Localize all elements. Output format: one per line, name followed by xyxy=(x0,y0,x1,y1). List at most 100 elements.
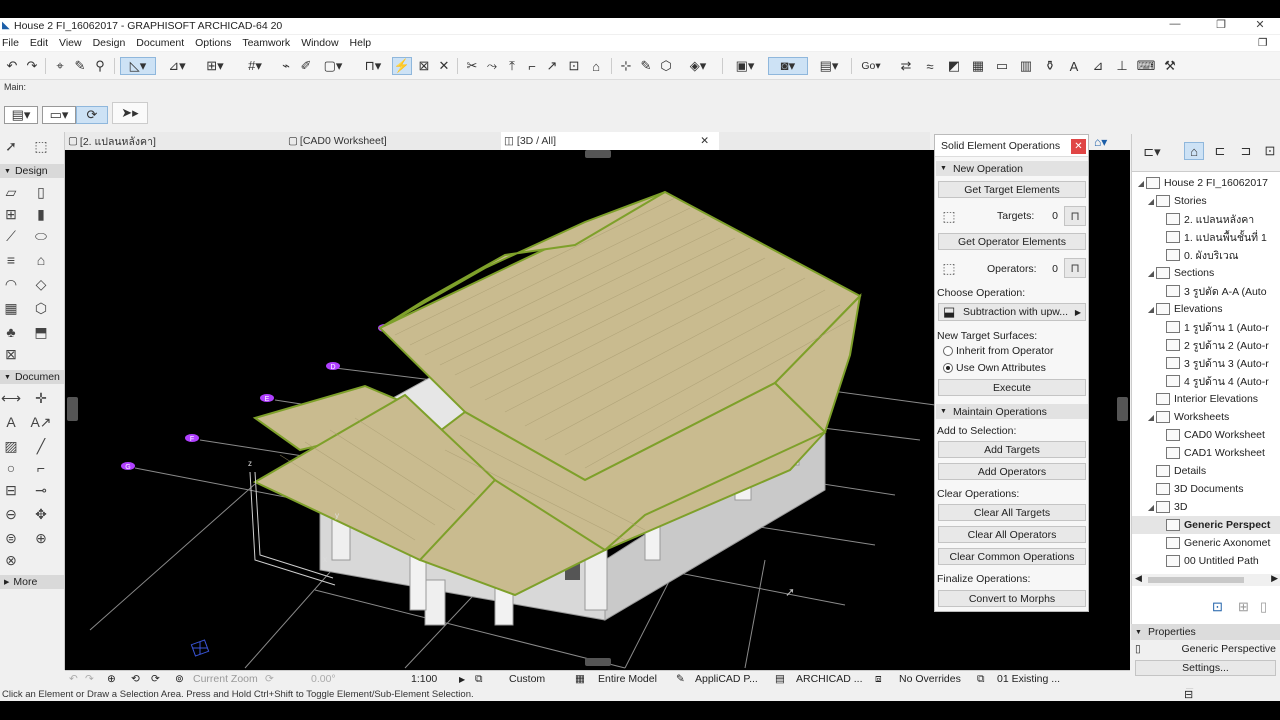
window-tool-icon[interactable]: ⊞ xyxy=(0,204,22,224)
menu-file[interactable]: File xyxy=(2,37,19,49)
properties-header[interactable]: ▼ Properties xyxy=(1131,624,1280,640)
tree-node-selected[interactable]: Generic Perspect xyxy=(1132,516,1280,534)
close-tab-icon[interactable]: ✕ xyxy=(700,135,709,147)
skylight-tool-icon[interactable]: ◇ xyxy=(30,274,52,294)
minimize-icon[interactable]: — xyxy=(1160,18,1190,30)
tree-node[interactable]: CAD1 Worksheet xyxy=(1132,444,1280,462)
tree-node[interactable]: ◢ Worksheets xyxy=(1132,408,1280,426)
tree-node[interactable]: 2 รูปด้าน 2 (Auto-r xyxy=(1132,336,1280,354)
layer-combo[interactable]: Custom xyxy=(509,673,545,685)
guide-lines-icon[interactable]: ◺▾ xyxy=(120,57,156,75)
current-zoom[interactable]: Current Zoom xyxy=(193,673,258,685)
change-tool-icon[interactable]: ⊕ xyxy=(30,528,52,548)
tree-arrow-icon[interactable]: ◢ xyxy=(1146,413,1156,422)
mark-icon[interactable]: ⊿ xyxy=(1088,57,1108,75)
layout-icon[interactable]: ▤▾ xyxy=(812,57,846,75)
horizontal-scrollbar[interactable]: ◀ ▶ xyxy=(1132,573,1280,586)
resize-icon[interactable]: ⊡ xyxy=(564,57,584,75)
tree-node[interactable]: ◢ Sections xyxy=(1132,264,1280,282)
worksheet-tool-icon[interactable]: ⊜ xyxy=(0,528,22,548)
tree-arrow-icon[interactable]: ◢ xyxy=(1146,269,1156,278)
tree-node[interactable]: 2. แปลนหลังคา xyxy=(1132,210,1280,228)
menu-options[interactable]: Options xyxy=(195,37,231,49)
wave-icon[interactable]: ≈ xyxy=(920,57,940,75)
menu-design[interactable]: Design xyxy=(93,37,126,49)
mark-up-icon[interactable]: ⌂▾ xyxy=(1094,135,1107,149)
go-menu[interactable]: Go ▾ xyxy=(856,57,886,75)
teamwork-icon[interactable]: ⇄ xyxy=(896,57,916,75)
curtain-wall-icon[interactable]: ▦ xyxy=(0,298,22,318)
design-section[interactable]: ▼ Design xyxy=(0,164,64,178)
line-tool-icon[interactable]: ╱ xyxy=(30,436,52,456)
menu-teamwork[interactable]: Teamwork xyxy=(242,37,290,49)
shell-tool-icon[interactable]: ◠ xyxy=(0,274,22,294)
tree-node[interactable]: CAD0 Worksheet xyxy=(1132,426,1280,444)
magic-wand-icon[interactable]: ⚡ xyxy=(392,57,412,75)
arrow-select-icon[interactable]: ➚ xyxy=(0,136,22,156)
tab-roof-plan[interactable]: ▢ [2. แปลนหลังคา] xyxy=(65,132,285,150)
label-tool-icon[interactable]: A↗ xyxy=(30,412,52,432)
zone-tool-icon[interactable]: ⬒ xyxy=(30,322,52,342)
get-target-elements-button[interactable]: Get Target Elements xyxy=(938,181,1086,198)
inherit-radio[interactable]: Inherit from Operator xyxy=(943,345,1053,357)
tree-node[interactable]: ◢ House 2 FI_16062017 xyxy=(1132,174,1280,192)
settings-icon[interactable]: ⚒ xyxy=(1160,57,1180,75)
object-tool-icon[interactable]: ♣ xyxy=(0,322,22,342)
menu-help[interactable]: Help xyxy=(350,37,372,49)
orbit-icon[interactable]: ⟲ xyxy=(131,673,140,685)
inject-icon[interactable]: ✎ xyxy=(70,57,90,75)
eyedropper-icon[interactable]: ⚲ xyxy=(90,57,110,75)
tree-node[interactable]: 00 Untitled Path xyxy=(1132,552,1280,570)
scale-arrow-icon[interactable]: ▶ xyxy=(459,675,465,684)
gravity-icon[interactable]: ⊞▾ xyxy=(198,57,232,75)
tree-node[interactable]: 0. ผังบริเวณ xyxy=(1132,246,1280,264)
top-panel-grip[interactable] xyxy=(585,150,611,158)
menu-document[interactable]: Document xyxy=(136,37,184,49)
tree-node[interactable]: ◢ Elevations xyxy=(1132,300,1280,318)
text-icon[interactable]: A xyxy=(1064,57,1084,75)
fillet-icon[interactable]: ⌐ xyxy=(522,57,542,75)
solid-ops-icon[interactable]: ◈▾ xyxy=(680,57,716,75)
door-tool-icon[interactable]: ▯ xyxy=(30,182,52,202)
clear-common-operations-button[interactable]: Clear Common Operations xyxy=(938,548,1086,565)
highlight-operators-icon[interactable]: ⊓ xyxy=(1064,258,1086,278)
left-panel-grip[interactable] xyxy=(67,397,78,421)
beam-tool-icon[interactable]: ⟋ xyxy=(0,226,22,246)
explode-icon[interactable]: ⊹ xyxy=(616,57,636,75)
get-operator-elements-button[interactable]: Get Operator Elements xyxy=(938,233,1086,250)
pick-up-icon[interactable]: ⌖ xyxy=(50,57,70,75)
slab-icon[interactable]: ◩ xyxy=(944,57,964,75)
group-icon[interactable]: ▢▾ xyxy=(316,57,350,75)
column-tool-icon[interactable]: ▮ xyxy=(30,204,52,224)
mesh-tool-icon[interactable]: ⊠ xyxy=(0,344,22,364)
menu-edit[interactable]: Edit xyxy=(30,37,48,49)
trace-icon[interactable]: ✐ xyxy=(296,57,316,75)
delete-view-icon[interactable]: ▯ xyxy=(1260,599,1267,615)
lock-icon[interactable]: ⊓▾ xyxy=(356,57,390,75)
execute-button[interactable]: Execute xyxy=(938,379,1086,396)
roof-tool-icon[interactable]: ⌂ xyxy=(30,250,52,270)
overrides-combo[interactable]: No Overrides xyxy=(899,673,961,685)
angle-value[interactable]: 0.00° xyxy=(311,673,336,685)
redo-icon[interactable]: ↷ xyxy=(22,57,42,75)
close-window-icon[interactable]: ✕ xyxy=(1245,18,1275,31)
rotate-view-icon[interactable]: ⟳ xyxy=(76,106,108,124)
figure-tool-icon[interactable]: ⊟ xyxy=(0,480,22,500)
polyline-tool-icon[interactable]: ⌐ xyxy=(30,458,52,478)
project-map-icon[interactable]: ⌂ xyxy=(1184,142,1204,160)
3d-window-icon[interactable]: ◙▾ xyxy=(768,57,808,75)
tree-node[interactable]: 3 รูปตัด A-A (Auto xyxy=(1132,282,1280,300)
tree-arrow-icon[interactable]: ◢ xyxy=(1146,197,1156,206)
scroll-right-icon[interactable]: ▶ xyxy=(1271,573,1278,584)
tree-node[interactable]: 3D Documents xyxy=(1132,480,1280,498)
split-icon[interactable]: ✂ xyxy=(462,57,482,75)
scroll-left-icon[interactable]: ◀ xyxy=(1135,573,1142,584)
level-dim-icon[interactable]: ✛ xyxy=(30,388,52,408)
roof-icon[interactable]: ⌂ xyxy=(586,57,606,75)
elevation-tool-icon[interactable]: ⊖ xyxy=(0,504,22,524)
fill-icon[interactable]: ▥ xyxy=(1016,57,1036,75)
fill-tool-icon[interactable]: ▨ xyxy=(0,436,22,456)
tree-arrow-icon[interactable]: ◢ xyxy=(1146,305,1156,314)
undo-icon[interactable]: ↶ xyxy=(2,57,22,75)
stair-tool-icon[interactable]: ≡ xyxy=(0,250,22,270)
